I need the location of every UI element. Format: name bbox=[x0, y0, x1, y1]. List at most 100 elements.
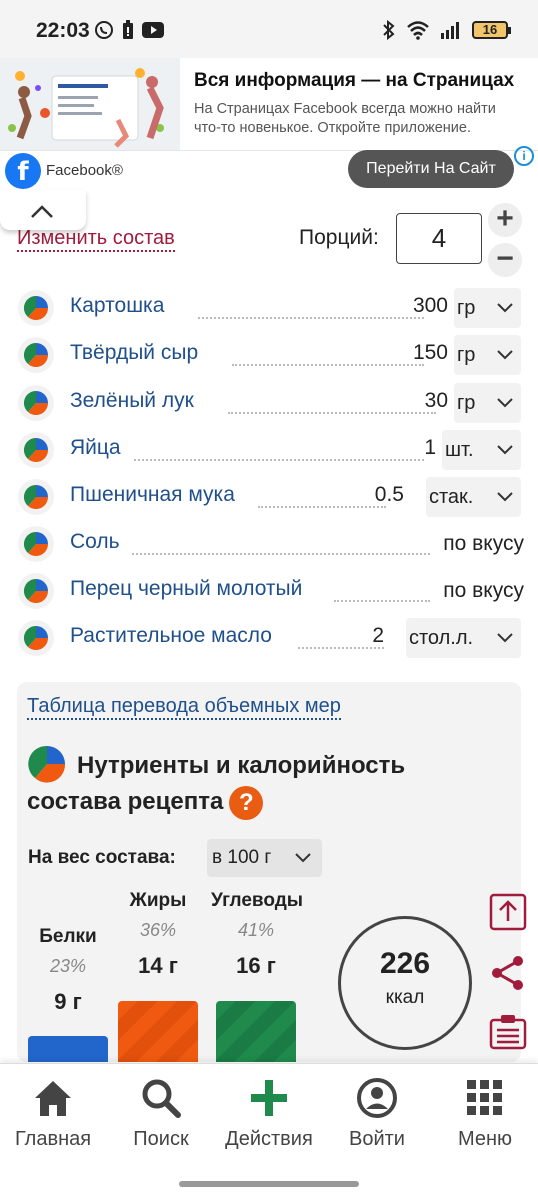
portions-plus-button[interactable]: + bbox=[488, 203, 522, 237]
volume-conversion-link[interactable]: Таблица перевода объемных мер bbox=[27, 694, 341, 720]
leader-dots bbox=[258, 506, 386, 508]
nav-login[interactable]: Войти bbox=[322, 1072, 432, 1151]
scroll-top-button[interactable] bbox=[484, 888, 532, 936]
carbs-bar bbox=[216, 1001, 296, 1062]
protein-value: 9 г bbox=[54, 989, 82, 1014]
nav-home[interactable]: Главная bbox=[0, 1072, 108, 1151]
carbs-column: Углеводы 41% 16 г bbox=[211, 890, 303, 979]
protein-label: Белки bbox=[39, 926, 97, 947]
ingredient-quantity: 300 bbox=[412, 294, 448, 317]
ad-advertiser: Facebook® bbox=[46, 162, 123, 179]
whatsapp-icon bbox=[95, 21, 113, 39]
nutrients-card: Таблица перевода объемных мер Нутриенты … bbox=[17, 682, 521, 1062]
nutrition-pie-icon[interactable] bbox=[18, 573, 54, 609]
unit-select[interactable]: стак. bbox=[426, 477, 521, 517]
unit-select[interactable]: шт. bbox=[442, 430, 521, 470]
nutrition-pie-icon[interactable] bbox=[18, 432, 54, 468]
ingredient-name[interactable]: Зелёный лук bbox=[70, 389, 194, 413]
ingredient-quantity: 0.5 bbox=[374, 483, 404, 506]
ingredient-name[interactable]: Перец черный молотый bbox=[70, 577, 302, 601]
ad-cta-button[interactable]: Перейти На Сайт bbox=[348, 150, 514, 188]
ingredient-quantity: 2 bbox=[372, 624, 384, 647]
leader-dots bbox=[198, 317, 424, 319]
portions-label: Порций: bbox=[299, 226, 379, 249]
portions-minus-button[interactable]: − bbox=[488, 243, 522, 277]
nav-login-label: Войти bbox=[349, 1128, 405, 1150]
share-icon bbox=[492, 956, 523, 990]
bottom-navigation: Главная Поиск Действия Войти Меню bbox=[0, 1063, 538, 1200]
unit-select[interactable]: гр bbox=[454, 288, 521, 328]
nav-search-label: Поиск bbox=[133, 1128, 189, 1150]
carbs-percent: 41% bbox=[237, 920, 275, 940]
plus-icon bbox=[251, 1080, 287, 1116]
ad-title[interactable]: Вся информация — на Страницах bbox=[194, 70, 514, 92]
unit-select-value: гр bbox=[457, 297, 476, 319]
ingredient-row: Зелёный лук 30 гр bbox=[16, 382, 526, 426]
ingredient-row: Яйца 1 шт. bbox=[16, 429, 526, 473]
ingredient-row: Пшеничная мука 0.5 стак. bbox=[16, 476, 526, 520]
nav-menu-label: Меню bbox=[457, 1128, 513, 1150]
ingredient-name[interactable]: Яйца bbox=[70, 436, 121, 460]
ingredient-to-taste: по вкусу bbox=[443, 579, 524, 602]
nutrition-pie-icon[interactable] bbox=[18, 337, 54, 373]
ad-info-icon[interactable]: i bbox=[514, 146, 534, 166]
user-icon bbox=[357, 1078, 397, 1118]
leader-dots bbox=[228, 412, 436, 414]
ingredient-quantity: 1 bbox=[424, 436, 436, 459]
calories-value: 226 bbox=[379, 947, 431, 980]
help-icon[interactable]: ? bbox=[229, 785, 264, 820]
nav-search[interactable]: Поиск bbox=[106, 1072, 216, 1151]
unit-select[interactable]: гр bbox=[454, 383, 521, 423]
chevron-down-icon bbox=[497, 445, 513, 455]
fat-column: Жиры 36% 14 г bbox=[113, 890, 203, 979]
wifi-icon bbox=[407, 21, 429, 40]
fat-label: Жиры bbox=[129, 890, 187, 911]
notes-icon bbox=[489, 1015, 527, 1050]
chevron-down-icon bbox=[497, 303, 513, 313]
nutrition-pie-icon[interactable] bbox=[18, 385, 54, 421]
ingredient-name[interactable]: Картошка bbox=[70, 294, 164, 318]
ingredient-name[interactable]: Соль bbox=[70, 530, 120, 554]
nav-actions[interactable]: Действия bbox=[214, 1072, 324, 1151]
arrow-up-icon bbox=[489, 893, 527, 931]
leader-dots bbox=[132, 553, 430, 555]
ingredient-to-taste: по вкусу bbox=[443, 532, 524, 555]
chevron-down-icon bbox=[497, 398, 513, 408]
weight-select-value: в 100 г bbox=[212, 847, 272, 868]
leader-dots bbox=[334, 600, 430, 602]
ingredient-row: Перец черный молотый по вкусу bbox=[16, 570, 526, 614]
protein-bar bbox=[28, 1036, 108, 1062]
nutrition-pie-icon[interactable] bbox=[18, 290, 54, 326]
nutrition-pie-icon[interactable] bbox=[18, 479, 54, 515]
calories-circle: 226 ккал bbox=[338, 916, 472, 1050]
fat-percent: 36% bbox=[139, 920, 177, 940]
nutrition-pie-icon[interactable] bbox=[18, 526, 54, 562]
protein-column: Белки 23% 9 г bbox=[23, 926, 113, 1015]
ingredient-row: Соль по вкусу bbox=[16, 523, 526, 567]
weight-label: На вес состава: bbox=[28, 847, 176, 868]
nav-home-label: Главная bbox=[14, 1128, 92, 1150]
leader-dots bbox=[134, 459, 424, 461]
carbs-label: Углеводы bbox=[211, 890, 303, 911]
youtube-icon bbox=[142, 22, 164, 38]
ad-banner[interactable]: Вся информация — на Страницах На Страниц… bbox=[0, 58, 538, 190]
chevron-down-icon bbox=[497, 633, 513, 643]
ingredient-name[interactable]: Растительное масло bbox=[70, 624, 272, 648]
ingredient-name[interactable]: Пшеничная мука bbox=[70, 483, 235, 507]
chevron-down-icon bbox=[295, 853, 311, 863]
nutrition-pie-icon[interactable] bbox=[18, 620, 54, 656]
notes-button[interactable] bbox=[484, 1008, 532, 1056]
share-button[interactable] bbox=[484, 949, 532, 997]
unit-select[interactable]: стол.л. bbox=[406, 618, 521, 658]
ingredient-quantity: 30 bbox=[424, 389, 448, 412]
ingredient-row: Картошка 300 гр bbox=[16, 287, 526, 331]
unit-select[interactable]: гр bbox=[454, 335, 521, 375]
battery-icon: 16 bbox=[472, 21, 511, 39]
ingredient-row: Твёрдый сыр 150 гр bbox=[16, 334, 526, 378]
search-icon bbox=[142, 1079, 181, 1118]
weight-select[interactable]: в 100 г bbox=[207, 839, 322, 877]
nav-menu[interactable]: Меню bbox=[430, 1072, 538, 1151]
collapse-ad-button[interactable] bbox=[0, 190, 86, 230]
portions-input[interactable]: 4 bbox=[396, 213, 482, 264]
ingredient-name[interactable]: Твёрдый сыр bbox=[70, 341, 198, 365]
